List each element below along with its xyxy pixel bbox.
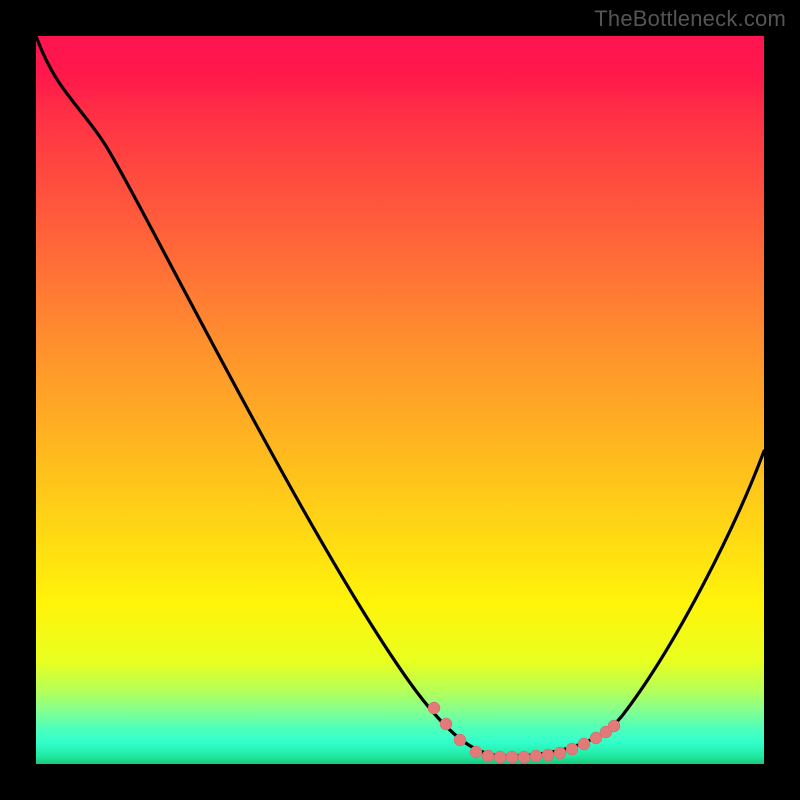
watermark-text: TheBottleneck.com <box>594 6 786 32</box>
plot-gradient-area <box>36 36 764 764</box>
chart-frame: TheBottleneck.com <box>0 0 800 800</box>
